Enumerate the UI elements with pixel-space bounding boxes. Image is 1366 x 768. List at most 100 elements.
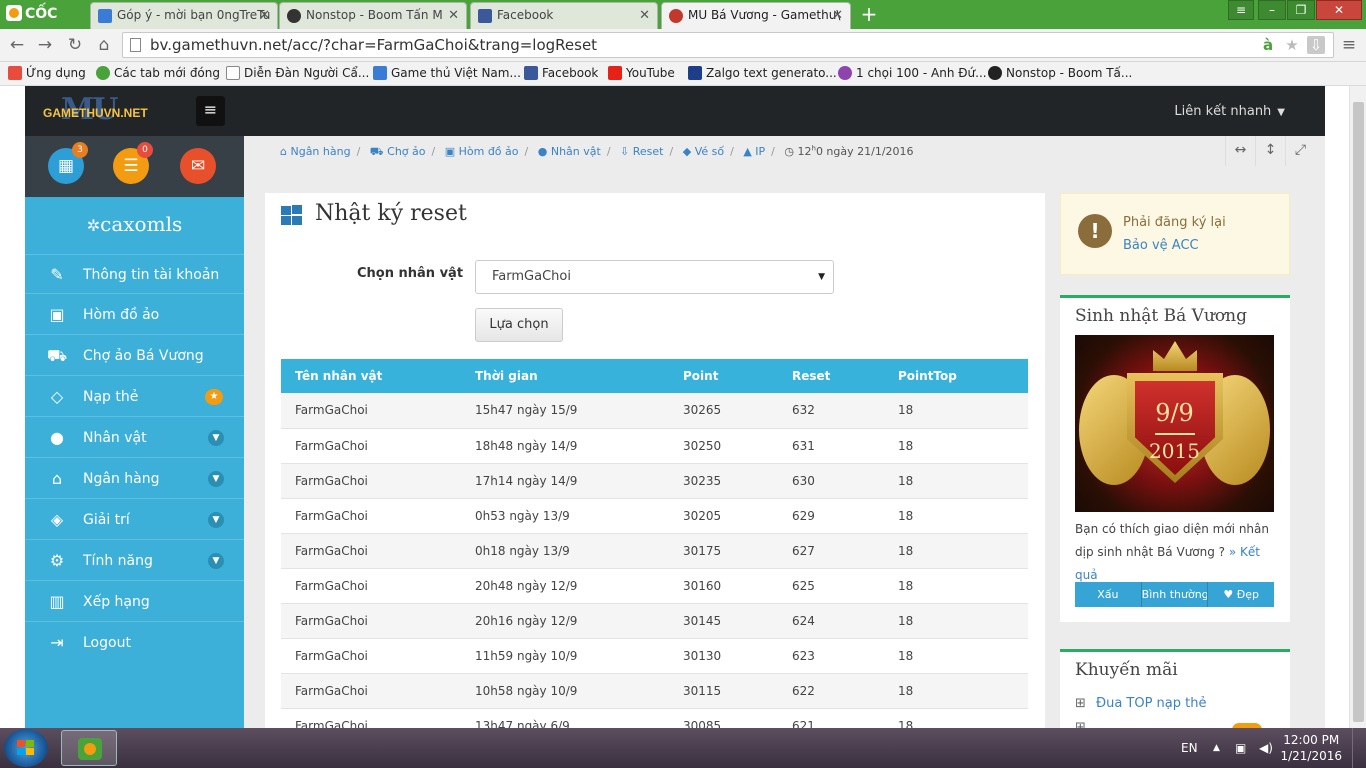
- fullscreen-button[interactable]: ⤢: [1285, 136, 1315, 166]
- network-icon[interactable]: ▣: [1235, 728, 1246, 768]
- cart-icon: ⛟: [47, 346, 68, 365]
- expand-horizontal-button[interactable]: ↔: [1225, 136, 1255, 166]
- tab-mu-ba-vuong[interactable]: MU Bá Vương - Gamethu\ ✕: [661, 2, 851, 29]
- volume-icon[interactable]: ◀): [1259, 728, 1273, 768]
- sidebar-item-features[interactable]: ⚙ Tính năng ▼: [25, 541, 244, 581]
- breadcrumb-character[interactable]: ● Nhân vật: [538, 145, 601, 158]
- breadcrumb-lottery[interactable]: ◆ Vé số: [683, 145, 724, 158]
- system-clock[interactable]: 12:00 PM 1/21/2016: [1280, 732, 1342, 764]
- site-logo[interactable]: MU GAMETHUVN.NET: [43, 92, 183, 127]
- sidebar-item-inventory[interactable]: ▣ Hòm đồ ảo: [25, 295, 244, 335]
- taskbar-coccoc[interactable]: [61, 730, 117, 766]
- list-button[interactable]: ☰ 0: [113, 142, 153, 184]
- gear-icon: ✲: [86, 216, 101, 235]
- bookmark-apps[interactable]: Ứng dụng: [6, 62, 86, 84]
- poll-option-ugly[interactable]: Xấu: [1075, 582, 1142, 607]
- breadcrumb-ip[interactable]: ▲ IP: [743, 145, 765, 158]
- bookmark-nonstop[interactable]: Nonstop - Boom Tấ...: [986, 62, 1132, 84]
- home-icon[interactable]: ⌂: [93, 34, 115, 56]
- chevron-down-icon[interactable]: ▼: [208, 471, 224, 487]
- bookmark-game-thu[interactable]: Game thủ Việt Nam...: [371, 62, 521, 84]
- sidebar-item-ranking[interactable]: ▥ Xếp hạng: [25, 582, 244, 622]
- breadcrumb-market[interactable]: ⛟ Chợ ảo: [370, 145, 426, 158]
- close-tab-icon[interactable]: ✕: [832, 3, 843, 28]
- back-icon[interactable]: ←: [6, 34, 28, 56]
- table-cell: 18: [884, 463, 1028, 499]
- chevron-down-icon[interactable]: ▼: [208, 553, 224, 569]
- poll-option-normal[interactable]: Bình thường: [1141, 582, 1209, 607]
- coccoc-extension-icon[interactable]: à: [1259, 36, 1277, 54]
- choose-button[interactable]: Lựa chọn: [475, 308, 563, 342]
- tab-favicon-icon: [669, 9, 683, 23]
- protect-account-link[interactable]: Bảo vệ ACC: [1123, 238, 1199, 253]
- table-cell: 13h47 ngày 6/9: [461, 708, 669, 728]
- calendar-button[interactable]: ▦ 3: [48, 142, 88, 184]
- tab-gop-y[interactable]: Góp ý - mời bạn 0ngTreTu ✕: [90, 2, 278, 29]
- table-row: FarmGaChoi 0h18 ngày 13/9 30175 627 18: [281, 533, 1028, 569]
- start-button[interactable]: [4, 729, 48, 767]
- breadcrumb-label: Ngân hàng: [290, 144, 351, 158]
- sidebar-item-logout[interactable]: ⇥ Logout: [25, 623, 244, 663]
- settings-menu-button[interactable]: ≡: [1228, 0, 1254, 20]
- table-cell: FarmGaChoi: [281, 673, 461, 709]
- browser-logo[interactable]: CỐC CỐC: [0, 0, 88, 51]
- close-window-button[interactable]: ✕: [1316, 0, 1362, 20]
- bookmark-star-icon[interactable]: ★: [1283, 36, 1301, 54]
- youtube-icon: [608, 66, 622, 80]
- bookmark-1-choi-100[interactable]: 1 chọi 100 - Anh Đứ...: [836, 62, 987, 84]
- chevron-down-icon[interactable]: ▼: [208, 512, 224, 528]
- sidebar-item-entertainment[interactable]: ◈ Giải trí ▼: [25, 500, 244, 540]
- character-select[interactable]: FarmGaChoi ▼: [475, 260, 834, 294]
- breadcrumb-inventory[interactable]: ▣ Hòm đồ ảo: [445, 145, 519, 158]
- time-hour: 12: [797, 144, 812, 158]
- forward-icon[interactable]: →: [34, 34, 56, 56]
- close-tab-icon[interactable]: ✕: [259, 3, 270, 28]
- close-tab-icon[interactable]: ✕: [448, 3, 459, 28]
- chat-button[interactable]: ✉: [180, 148, 216, 184]
- page-scrollbar[interactable]: [1349, 86, 1366, 728]
- quick-links-dropdown[interactable]: Liên kết nhanh ▼: [1174, 86, 1285, 139]
- site-header: MU GAMETHUVN.NET ≡ Liên kết nhanh ▼: [25, 86, 1325, 136]
- breadcrumb-reset[interactable]: ⇩ Reset: [620, 145, 663, 158]
- sidebar-item-character[interactable]: ● Nhân vật ▼: [25, 418, 244, 458]
- poll-option-beautiful[interactable]: ♥ Đẹp: [1208, 582, 1275, 607]
- bookmark-zalgo[interactable]: Zalgo text generato...: [686, 62, 837, 84]
- list-icon: ☰: [123, 156, 139, 176]
- sidebar-item-market[interactable]: ⛟ Chợ ảo Bá Vương: [25, 336, 244, 376]
- sidebar-item-bank[interactable]: ⌂ Ngân hàng ▼: [25, 459, 244, 499]
- show-desktop-button[interactable]: [1352, 728, 1366, 768]
- url-text[interactable]: bv.gamethuvn.net/acc/?char=FarmGaChoi&tr…: [150, 33, 597, 57]
- sidebar-item-recharge[interactable]: ◇ Nạp thẻ ★: [25, 377, 244, 417]
- close-tab-icon[interactable]: ✕: [639, 3, 650, 28]
- language-indicator[interactable]: EN: [1181, 728, 1198, 768]
- new-tab-button[interactable]: +: [858, 3, 880, 25]
- site-icon: [838, 66, 852, 80]
- scrollbar-thumb[interactable]: [1353, 102, 1364, 722]
- tab-nonstop[interactable]: Nonstop - Boom Tấn M ✕: [279, 2, 467, 29]
- tab-facebook[interactable]: Facebook ✕: [470, 2, 658, 29]
- expand-vertical-button[interactable]: ↕: [1255, 136, 1285, 166]
- bookmark-dien-dan[interactable]: Diễn Đàn Người Cẩ...: [224, 62, 369, 84]
- bookmark-recent-tabs[interactable]: Các tab mới đóng: [94, 62, 220, 84]
- minimize-button[interactable]: –: [1258, 0, 1286, 20]
- column-header: Thời gian: [461, 359, 669, 393]
- bookmark-youtube[interactable]: YouTube: [606, 62, 675, 84]
- table-header-row: Tên nhân vật Thời gian Point Reset Point…: [281, 359, 1028, 393]
- download-icon[interactable]: ⇩: [1307, 36, 1325, 54]
- menu-toggle-button[interactable]: ≡: [196, 96, 225, 126]
- reload-icon[interactable]: ↻: [64, 34, 86, 56]
- url-field[interactable]: bv.gamethuvn.net/acc/?char=FarmGaChoi&tr…: [122, 32, 1334, 58]
- maximize-button[interactable]: ❐: [1287, 0, 1315, 20]
- promo-item[interactable]: ⊞ Đua TOP nạp thẻ: [1075, 696, 1206, 711]
- sidebar-item-account-info[interactable]: ✎ Thông tin tài khoản: [25, 254, 244, 294]
- bookmark-facebook[interactable]: Facebook: [522, 62, 598, 84]
- menu-icon[interactable]: ≡: [1338, 34, 1360, 56]
- breadcrumb-bank[interactable]: ⌂ Ngân hàng: [280, 145, 351, 158]
- tray-expand-icon[interactable]: ▲: [1213, 728, 1220, 768]
- bookmark-label: 1 chọi 100 - Anh Đứ...: [856, 66, 987, 80]
- chevron-down-icon[interactable]: ▼: [208, 430, 224, 446]
- download-icon: ⇩: [620, 144, 633, 158]
- promo-item[interactable]: ⊞: [1075, 720, 1096, 728]
- table-cell: 623: [778, 638, 884, 674]
- bookmark-label: Các tab mới đóng: [114, 66, 220, 80]
